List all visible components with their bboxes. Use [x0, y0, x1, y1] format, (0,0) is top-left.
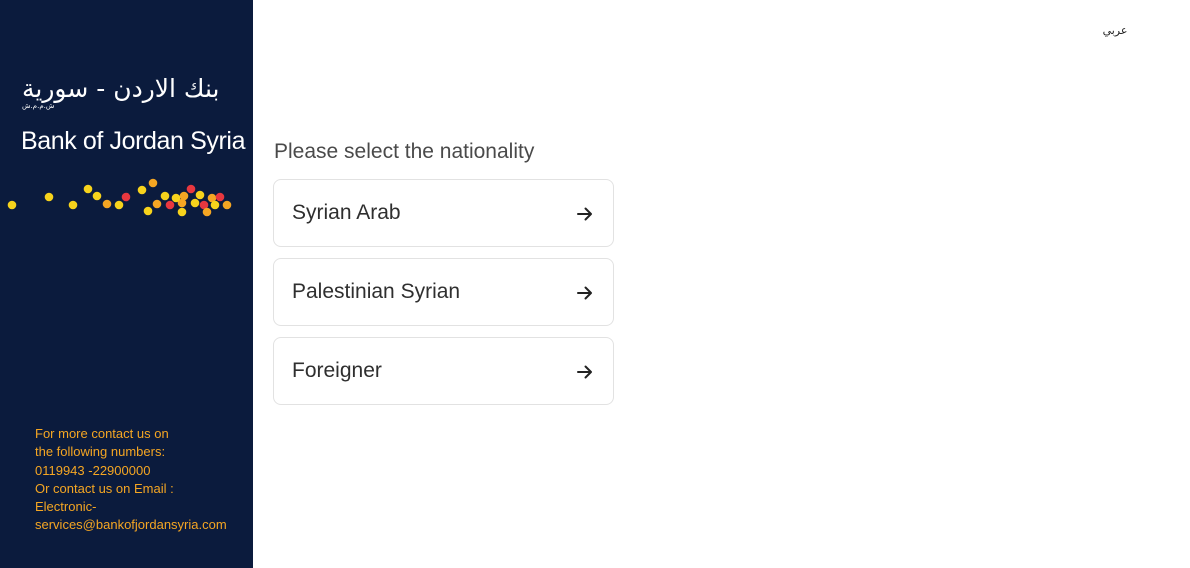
contact-line: For more contact us on [35, 426, 169, 441]
logo-dot [44, 192, 54, 202]
logo-dot [177, 207, 187, 217]
contact-email: services@bankofjordansyria.com [35, 517, 227, 533]
language-switch-link[interactable]: عربي [1098, 22, 1132, 40]
logo-dot [102, 199, 112, 209]
option-label: Syrian Arab [292, 201, 401, 224]
logo-dot [190, 198, 200, 208]
option-palestinian-syrian[interactable]: Palestinian Syrian [273, 258, 614, 326]
logo-arabic-text: بنك الاردن - سورية [22, 74, 220, 103]
logo-dot [210, 200, 220, 210]
contact-phone: 0119943 -22900000 [35, 462, 151, 478]
arrow-right-icon [577, 365, 592, 379]
logo-dot [195, 190, 205, 200]
arrow-right-icon [577, 207, 592, 221]
logo-dot [165, 200, 175, 210]
logo-dot [83, 184, 93, 194]
sidebar: بنك الاردن - سورية ش.م.م.ش Bank of Jorda… [0, 0, 253, 568]
logo-dot [148, 178, 158, 188]
option-syrian-arab[interactable]: Syrian Arab [273, 179, 614, 247]
logo-dot [92, 191, 102, 201]
option-label: Foreigner [292, 359, 382, 382]
logo-dot [121, 192, 131, 202]
logo-dot [114, 200, 124, 210]
logo-english-text: Bank of Jordan Syria [21, 127, 246, 155]
logo-dot [160, 191, 170, 201]
option-label: Palestinian Syrian [292, 280, 461, 303]
logo-dot [152, 199, 162, 209]
logo-dot [171, 193, 181, 203]
logo-dots-decoration [7, 178, 232, 217]
contact-line: Or contact us on Email : [35, 480, 174, 496]
logo-dot [202, 207, 212, 217]
logo-dot [222, 200, 232, 210]
contact-email: Electronic- [35, 499, 97, 515]
logo-arabic-subtext: ش.م.م.ش [22, 102, 55, 110]
logo-dot [68, 200, 78, 210]
logo-dot [143, 206, 153, 216]
contact-info: For more contact us on the following num… [35, 425, 247, 535]
logo-dot [137, 185, 147, 195]
logo-dot [215, 192, 225, 202]
contact-line: the following numbers: [35, 444, 166, 460]
page-prompt: Please select the nationality [274, 140, 535, 163]
logo-dot [186, 184, 196, 194]
option-foreigner[interactable]: Foreigner [273, 337, 614, 405]
nationality-options: Syrian Arab Palestinian Syrian Foreigner [273, 179, 614, 416]
arrow-right-icon [577, 286, 592, 300]
logo-dot [7, 200, 17, 210]
